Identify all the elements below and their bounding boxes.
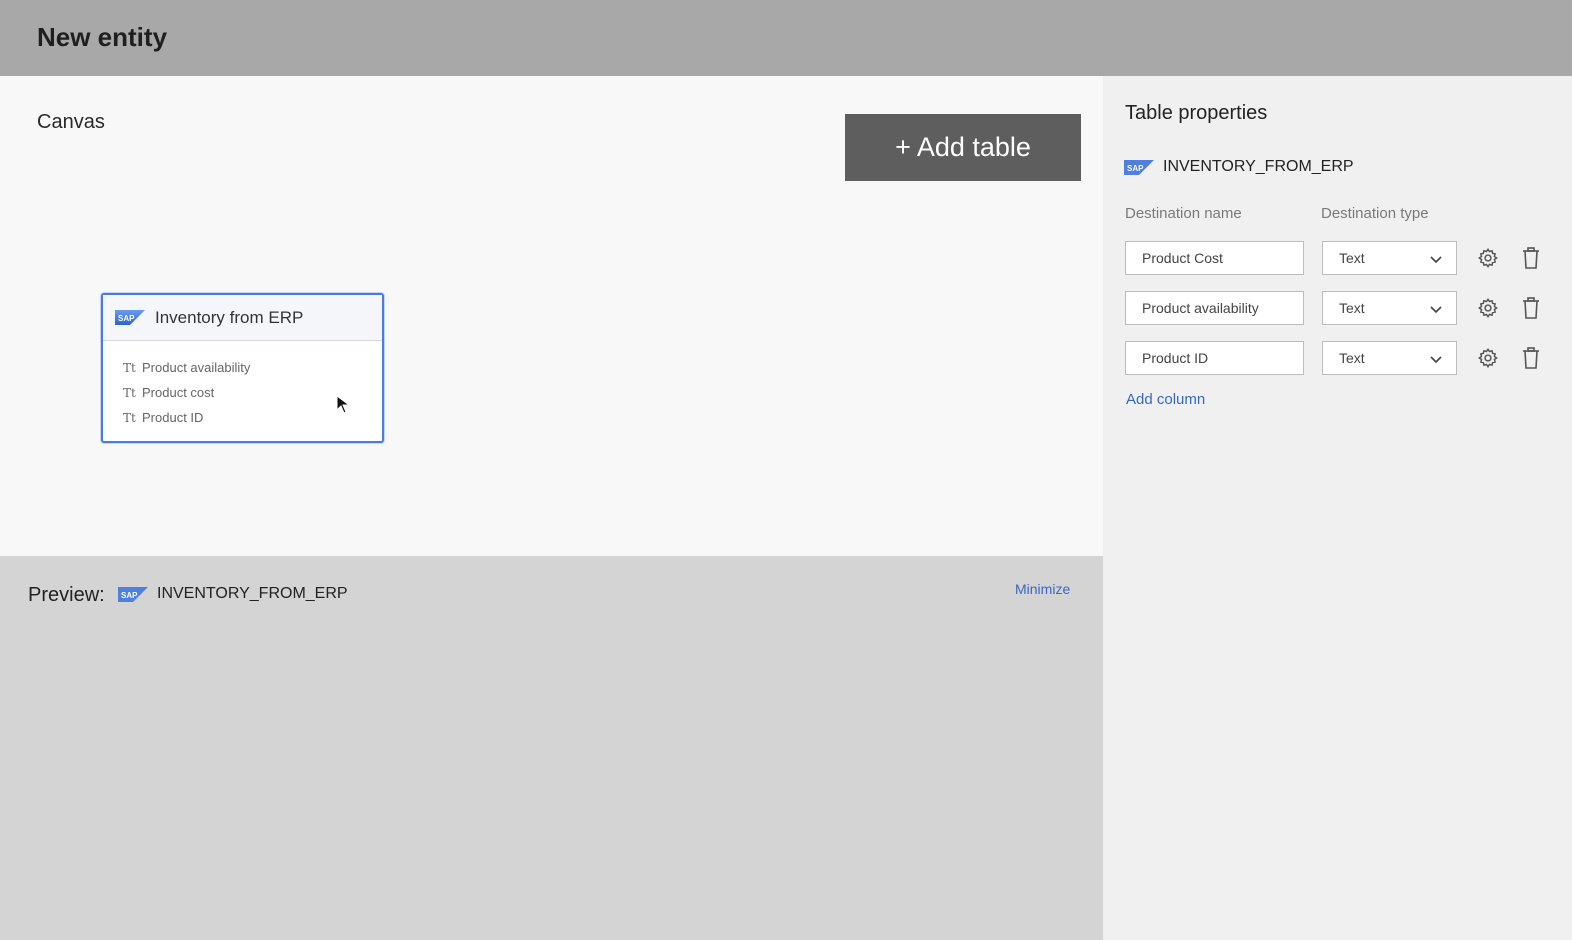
destination-name-input[interactable] (1125, 291, 1304, 325)
text-type-icon: Tt (123, 410, 136, 425)
column-row: Text (1125, 341, 1555, 375)
trash-icon[interactable] (1522, 247, 1540, 269)
properties-source-name: INVENTORY_FROM_ERP (1163, 158, 1354, 175)
field-label: Product ID (142, 410, 204, 425)
table-card-fields: Tt Product availability Tt Product cost … (103, 341, 382, 430)
table-card-field[interactable]: Tt Product availability (123, 355, 382, 380)
destination-name-header: Destination name (1125, 205, 1242, 222)
sap-logo-icon: SAP (1124, 160, 1154, 175)
preview-source-name: INVENTORY_FROM_ERP (157, 585, 348, 602)
field-label: Product availability (142, 360, 251, 375)
minimize-link[interactable]: Minimize (1015, 581, 1070, 597)
destination-name-input[interactable] (1125, 241, 1304, 275)
table-card-title: Inventory from ERP (155, 307, 304, 327)
trash-icon[interactable] (1522, 347, 1540, 369)
sap-logo-icon: SAP (118, 587, 148, 602)
destination-type-select[interactable]: Text (1322, 241, 1457, 275)
chevron-down-icon (1430, 356, 1442, 364)
destination-type-select[interactable]: Text (1322, 341, 1457, 375)
properties-title: Table properties (1125, 102, 1268, 124)
gear-icon[interactable] (1477, 297, 1499, 319)
text-type-icon: Tt (123, 385, 136, 400)
preview-label: Preview: (28, 584, 105, 606)
canvas-area: Canvas + Add table SAP Inventory from ER… (0, 76, 1103, 556)
table-properties-panel: Table properties SAP INVENTORY_FROM_ERP … (1103, 76, 1572, 940)
svg-text:SAP: SAP (118, 314, 135, 323)
destination-type-select[interactable]: Text (1322, 291, 1457, 325)
canvas-title: Canvas (37, 111, 105, 133)
svg-text:SAP: SAP (121, 591, 138, 600)
destination-name-input[interactable] (1125, 341, 1304, 375)
sap-logo-icon: SAP (115, 310, 145, 325)
select-value: Text (1339, 300, 1365, 316)
table-card-inventory[interactable]: SAP Inventory from ERP Tt Product availa… (101, 293, 384, 443)
table-card-header: SAP Inventory from ERP (103, 295, 382, 341)
select-value: Text (1339, 250, 1365, 266)
column-row: Text (1125, 241, 1555, 275)
select-value: Text (1339, 350, 1365, 366)
svg-text:SAP: SAP (1127, 164, 1144, 173)
gear-icon[interactable] (1477, 247, 1499, 269)
page-title: New entity (37, 22, 168, 52)
app-header: New entity (0, 0, 1572, 76)
gear-icon[interactable] (1477, 347, 1499, 369)
trash-icon[interactable] (1522, 297, 1540, 319)
add-table-button[interactable]: + Add table (845, 114, 1081, 181)
field-label: Product cost (142, 385, 215, 400)
column-row: Text (1125, 291, 1555, 325)
chevron-down-icon (1430, 256, 1442, 264)
chevron-down-icon (1430, 306, 1442, 314)
text-type-icon: Tt (123, 360, 136, 375)
preview-panel: Preview: SAP INVENTORY_FROM_ERP Minimize (0, 556, 1103, 940)
mouse-pointer-icon (336, 395, 351, 414)
destination-type-header: Destination type (1321, 205, 1429, 222)
add-column-link[interactable]: Add column (1126, 391, 1205, 408)
